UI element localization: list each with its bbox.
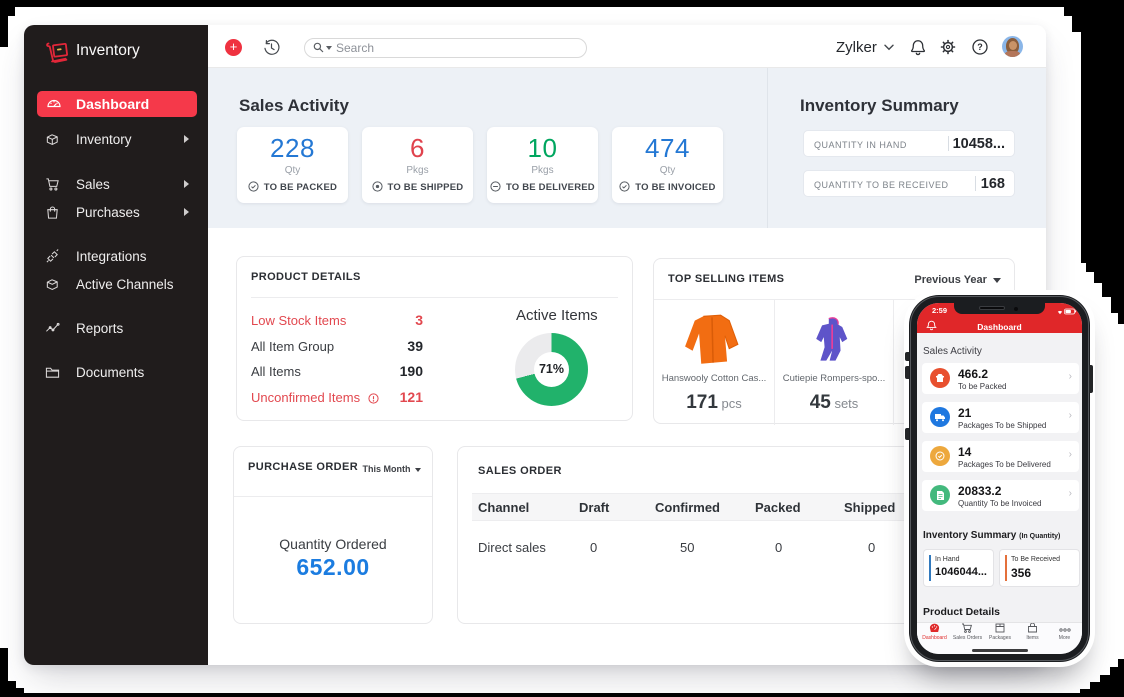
svg-text:?: ?: [977, 42, 983, 52]
